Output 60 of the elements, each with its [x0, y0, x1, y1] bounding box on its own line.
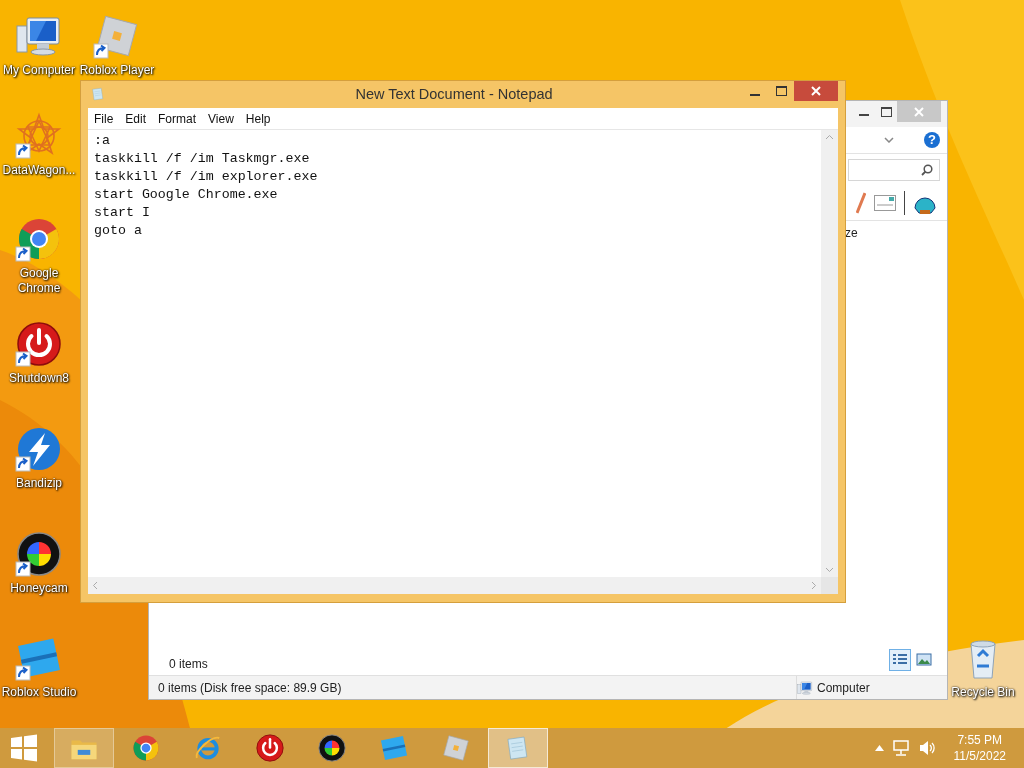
- network-icon[interactable]: [891, 739, 910, 757]
- close-button[interactable]: [794, 81, 838, 101]
- clock[interactable]: 7:55 PM 11/5/2022: [953, 732, 1006, 764]
- icon-label[interactable]: Google Chrome: [11, 266, 67, 296]
- icon-label[interactable]: My Computer: [3, 63, 75, 78]
- text-line: :a: [94, 132, 111, 150]
- browser-logo-icon: [131, 733, 161, 763]
- icon-label[interactable]: Bandizip: [16, 476, 62, 491]
- search-icon: [921, 164, 933, 176]
- lens-icon: [317, 733, 347, 763]
- text-line: taskkill /f /im explorer.exe: [94, 168, 319, 186]
- view-mode-button[interactable]: [889, 649, 911, 671]
- minimize-icon: [859, 114, 869, 116]
- window-title: New Text Document - Notepad: [354, 85, 554, 102]
- speaker-icon[interactable]: [917, 739, 936, 757]
- resize-grip[interactable]: [821, 577, 838, 594]
- star-pattern-icon[interactable]: [15, 112, 63, 160]
- item-count: 0 items: [169, 657, 208, 671]
- minimize-icon: [750, 93, 760, 96]
- close-icon: [914, 106, 924, 117]
- clock-date: 11/5/2022: [953, 748, 1006, 764]
- text-line: start I: [94, 204, 151, 222]
- up-arrow-icon[interactable]: [874, 745, 884, 751]
- maximize-icon: [775, 86, 787, 96]
- horizontal-scrollbar[interactable]: [88, 577, 821, 594]
- text-line: taskkill /f /im Taskmgr.exe: [94, 150, 311, 168]
- lightning-icon[interactable]: [15, 425, 63, 473]
- icon-label[interactable]: Shutdown8: [8, 371, 69, 386]
- icon-label[interactable]: Roblox Player: [79, 63, 155, 78]
- computer-icon: [797, 679, 813, 696]
- close-icon: [811, 86, 821, 96]
- status-text: 0 items (Disk free space: 89.9 GB): [158, 680, 342, 695]
- menu-item[interactable]: Edit: [119, 109, 153, 128]
- icon-label[interactable]: Honeycam: [10, 581, 68, 596]
- column-header[interactable]: ze: [845, 226, 858, 240]
- lens-icon[interactable]: [15, 530, 63, 578]
- power-icon[interactable]: [15, 320, 63, 368]
- text-line: goto a: [94, 222, 143, 240]
- search-field[interactable]: [848, 159, 940, 181]
- clock-time: 7:55 PM: [957, 732, 1003, 748]
- start-icon[interactable]: [10, 734, 38, 762]
- help-icon[interactable]: ?: [924, 132, 940, 148]
- location-label: Computer: [817, 680, 870, 695]
- power-icon: [255, 733, 285, 763]
- notepad-icon[interactable]: [90, 86, 106, 102]
- maximize-icon: [880, 106, 892, 117]
- icon-label[interactable]: Roblox Studio: [1, 685, 77, 700]
- menu-item[interactable]: View: [202, 109, 240, 128]
- pencil-icon[interactable]: [856, 192, 866, 214]
- chevron-icon[interactable]: [884, 137, 894, 143]
- image-icon: [915, 651, 933, 667]
- vertical-scrollbar[interactable]: [821, 130, 838, 577]
- menu-item[interactable]: Help: [239, 109, 277, 128]
- icon-label[interactable]: DataWagon...: [2, 163, 76, 178]
- list-icon: [891, 651, 909, 667]
- menu-item[interactable]: File: [88, 109, 120, 128]
- text-line: start Google Chrome.exe: [94, 186, 279, 204]
- menu-item[interactable]: Format: [152, 109, 203, 128]
- card-icon[interactable]: [874, 195, 896, 211]
- icon-label[interactable]: Recycle Bin: [951, 685, 1015, 700]
